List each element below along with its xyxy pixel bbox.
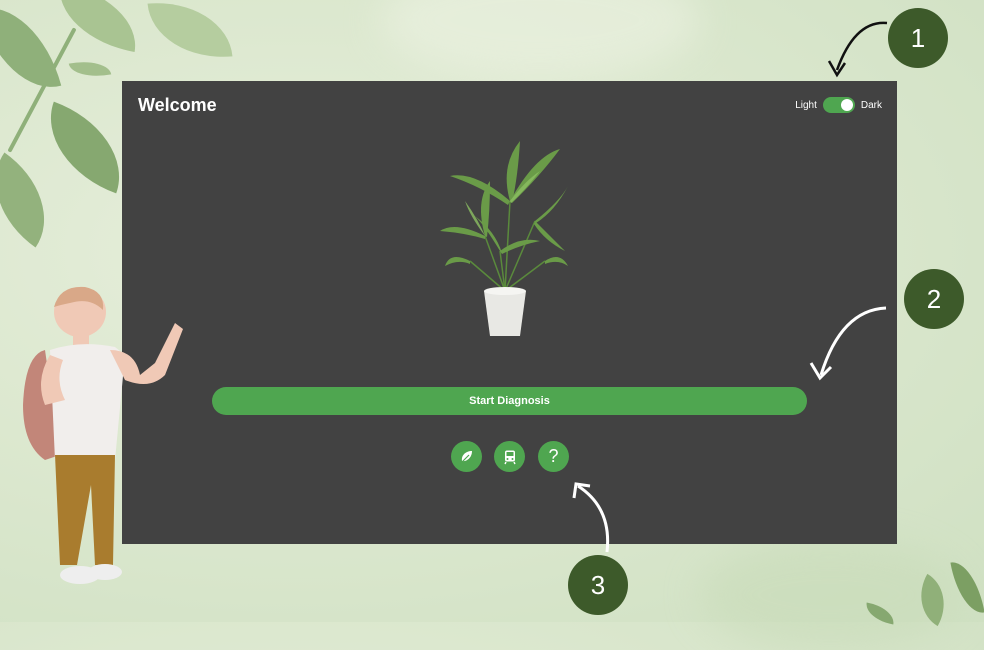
callout-arrow-1 [827, 21, 888, 78]
leaf-decoration [0, 0, 62, 102]
callout-arrow-2 [809, 306, 887, 381]
switch-knob [840, 99, 853, 111]
help-button[interactable]: ? [538, 441, 569, 472]
leaf-decoration [68, 56, 112, 82]
leaf-decoration [147, 0, 233, 64]
callout-badge-2: 2 [904, 269, 964, 329]
callout-badge-1: 1 [888, 8, 948, 68]
callout-badge-3: 3 [568, 555, 628, 615]
app-window: Welcome Light Dark Start Diagnosis ? [122, 81, 897, 544]
theme-switch[interactable] [822, 97, 855, 113]
light-label: Light [795, 99, 817, 111]
leaf-icon [461, 450, 472, 462]
train-button[interactable] [494, 441, 525, 472]
question-icon: ? [548, 446, 559, 466]
plant-image [440, 141, 568, 336]
leaf-decoration [0, 152, 70, 248]
person-illustration [23, 286, 183, 584]
callout-arrow-3 [572, 482, 610, 553]
page-title: Welcome [138, 95, 217, 115]
start-diagnosis-button[interactable]: Start Diagnosis [212, 387, 807, 415]
dark-label: Dark [860, 99, 882, 111]
train-icon [503, 450, 516, 464]
background-blob [380, 0, 700, 80]
theme-toggle-group: Light Dark [795, 97, 882, 113]
leaf-button[interactable] [451, 441, 482, 472]
